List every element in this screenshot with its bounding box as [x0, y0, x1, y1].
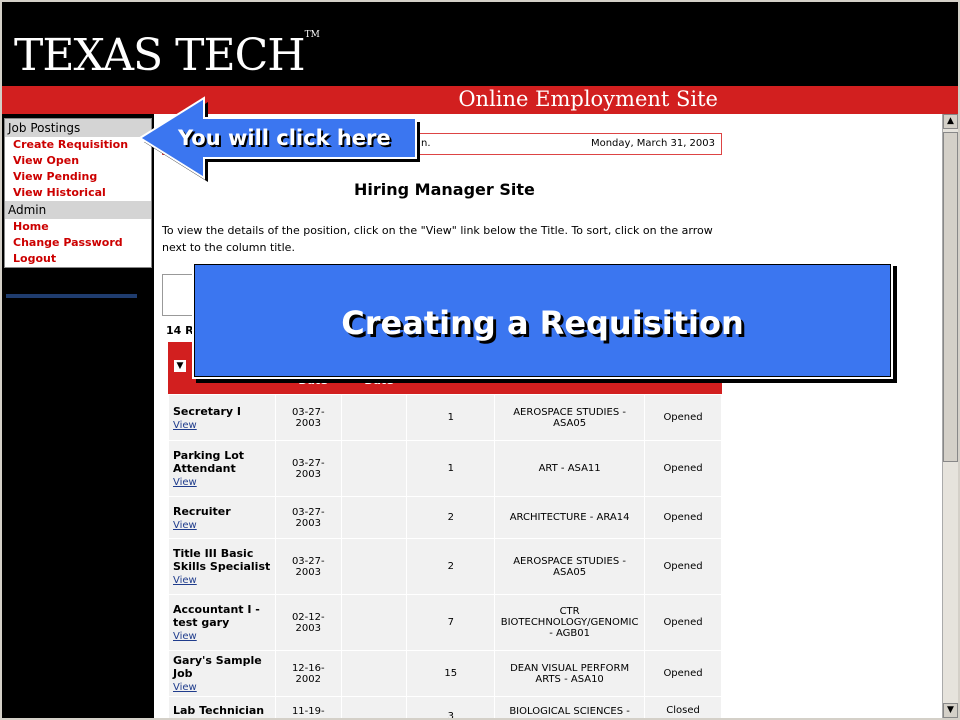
scroll-down-icon[interactable]: ▼ — [943, 703, 958, 718]
slide-title: Creating a Requisition — [341, 304, 744, 342]
sidebar-item-create-requisition[interactable]: Create Requisition — [5, 137, 151, 153]
status-cell: Opened — [644, 394, 722, 441]
table-row: Accountant I - test gary View 02-12-2003 7 C… — [168, 594, 722, 651]
view-link[interactable]: View — [173, 575, 271, 586]
record-count: 14 R — [166, 324, 194, 337]
status-cell: Opened — [644, 440, 722, 497]
close-date-cell — [340, 496, 408, 539]
job-table: Secretary I View 03-27-2003 1 AEROSPACE STUD… — [168, 394, 722, 718]
sidebar-item-logout[interactable]: Logout — [5, 251, 151, 267]
status-text: Opened — [663, 617, 703, 628]
close-date-cell — [340, 594, 408, 651]
table-row: Title III Basic Skills Specialist View 03-… — [168, 538, 722, 595]
table-row: Secretary I View 03-27-2003 1 AEROSPACE STUD… — [168, 394, 722, 441]
status-cell: Opened — [644, 650, 722, 697]
job-title: Parking Lot Attendant — [173, 449, 245, 475]
department-cell: AEROSPACE STUDIES - ASA05 — [494, 394, 646, 441]
close-date-cell — [340, 394, 408, 441]
job-title: Lab Technician — [173, 703, 265, 717]
date-cell: 03-27-2003 — [274, 394, 342, 441]
sidebar-item-view-historical[interactable]: View Historical — [5, 185, 151, 201]
view-link[interactable]: View — [173, 477, 271, 488]
status-text: Opened — [663, 512, 703, 523]
logo-text: TEXAS TECH — [14, 30, 306, 81]
sidebar-item-view-open[interactable]: View Open — [5, 153, 151, 169]
job-title: Title III Basic Skills Specialist — [173, 547, 271, 573]
sidebar-divider — [6, 294, 137, 298]
status-text: Opened — [663, 561, 703, 572]
job-title-cell: Lab TechnicianView — [168, 696, 276, 718]
job-title-cell: Accountant I - test gary View — [168, 594, 276, 651]
status-text: Opened — [663, 463, 703, 474]
date-cell: 03-27-2003 — [274, 496, 342, 539]
date-cell: 11-19-2002 — [274, 696, 342, 718]
date-cell: 12-16-2002 — [274, 650, 342, 697]
positions-cell: 3 — [406, 696, 496, 718]
sort-arrow-icon[interactable]: ▼ — [174, 360, 186, 372]
department-cell: DEAN VISUAL PERFORM ARTS - ASA10 — [494, 650, 646, 697]
slide-title-box: Creating a Requisition — [192, 262, 893, 379]
fill-link[interactable]: Fill — [649, 718, 717, 719]
sidebar-item-home[interactable]: Home — [5, 219, 151, 235]
date-cell: 03-27-2003 — [274, 538, 342, 595]
job-title-cell: Secretary I View — [168, 394, 276, 441]
status-text: Closed — [666, 704, 700, 716]
status-cell: Opened — [644, 538, 722, 595]
positions-cell: 2 — [406, 496, 496, 539]
positions-cell: 1 — [406, 394, 496, 441]
positions-cell: 15 — [406, 650, 496, 697]
view-link[interactable]: View — [173, 631, 271, 642]
job-title: Gary's Sample Job — [173, 654, 262, 680]
close-date-cell — [340, 696, 408, 718]
scroll-thumb[interactable] — [943, 132, 958, 462]
status-cell: Opened — [644, 594, 722, 651]
close-date-cell — [340, 650, 408, 697]
status-cell: Opened — [644, 496, 722, 539]
positions-cell: 7 — [406, 594, 496, 651]
job-title-cell: Recruiter View — [168, 496, 276, 539]
view-link[interactable]: View — [173, 420, 271, 431]
job-title-cell: Title III Basic Skills Specialist View — [168, 538, 276, 595]
close-date-cell — [340, 440, 408, 497]
job-title-cell: Parking Lot Attendant View — [168, 440, 276, 497]
job-title: Secretary I — [173, 404, 241, 418]
sidebar-item-view-pending[interactable]: View Pending — [5, 169, 151, 185]
department-cell: ARCHITECTURE - ARA14 — [494, 496, 646, 539]
section-admin: Admin — [5, 201, 151, 219]
table-row: Gary's Sample Job View 12-16-2002 15 DEAN VI… — [168, 650, 722, 697]
instructions-text: To view the details of the position, cli… — [162, 224, 713, 254]
callout-text: You will click here — [178, 126, 391, 150]
texas-tech-logo: TEXAS TECHTM — [14, 30, 320, 81]
current-date: Monday, March 31, 2003 — [590, 138, 715, 149]
job-title: Recruiter — [173, 504, 231, 518]
date-cell: 02-12-2003 — [274, 594, 342, 651]
department-cell: BIOLOGICAL SCIENCES - ASB01 — [494, 696, 646, 718]
positions-cell: 1 — [406, 440, 496, 497]
section-job-postings: Job Postings — [5, 119, 151, 137]
status-text: Opened — [663, 412, 703, 423]
close-date-cell — [340, 538, 408, 595]
job-title: Accountant I - test gary — [173, 603, 260, 629]
view-link[interactable]: View — [173, 520, 271, 531]
positions-cell: 2 — [406, 538, 496, 595]
date-cell: 03-27-2003 — [274, 440, 342, 497]
scroll-up-icon[interactable]: ▲ — [943, 114, 958, 129]
view-link[interactable]: View — [173, 682, 271, 693]
department-cell: AEROSPACE STUDIES - ASA05 — [494, 538, 646, 595]
logo-trademark: TM — [304, 30, 320, 40]
department-cell: ART - ASA11 — [494, 440, 646, 497]
sidebar-item-change-password[interactable]: Change Password — [5, 235, 151, 251]
job-title-cell: Gary's Sample Job View — [168, 650, 276, 697]
status-text: Opened — [663, 668, 703, 679]
main-content: n. Monday, March 31, 2003 Hiring Manager… — [154, 114, 942, 718]
table-row: Parking Lot Attendant View 03-27-2003 1 ART … — [168, 440, 722, 497]
site-title: Online Employment Site — [458, 87, 718, 111]
department-cell: CTR BIOTECHNOLOGY/GENOMIC - AGB01 — [494, 594, 646, 651]
table-row: Lab TechnicianView11-19-2002 3BIOLOGICAL … — [168, 696, 722, 719]
status-cell: Closed Fill — [644, 696, 722, 719]
sidebar: Job Postings Create Requisition View Ope… — [2, 114, 152, 718]
sidebar-menu: Job Postings Create Requisition View Ope… — [4, 118, 152, 268]
table-row: Recruiter View 03-27-2003 2 ARCHITECTURE - A… — [168, 496, 722, 539]
vertical-scrollbar[interactable]: ▲ ▼ — [942, 114, 958, 718]
